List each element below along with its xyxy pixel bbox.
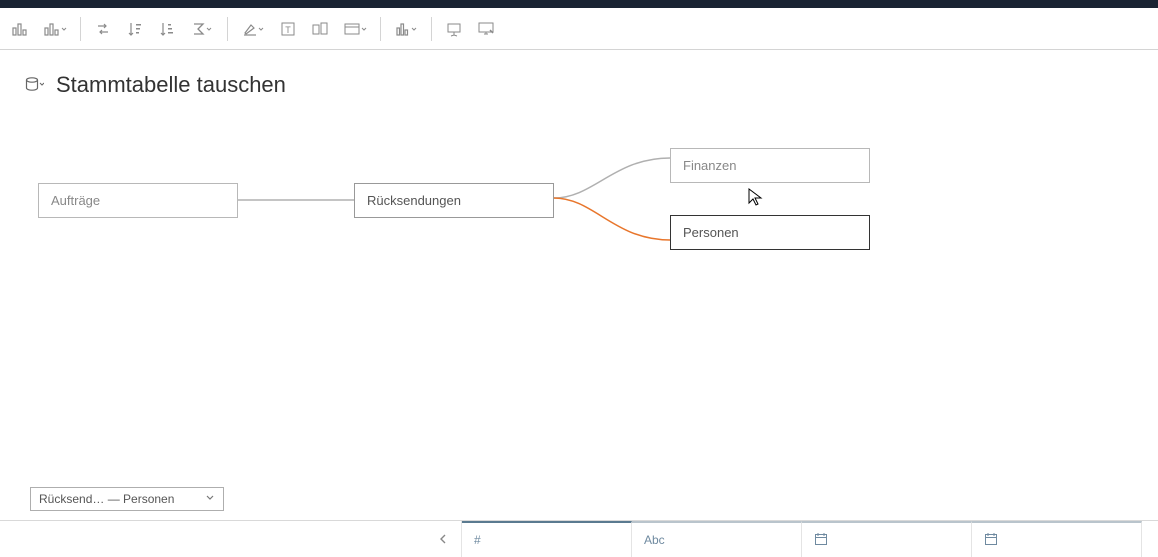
window-titlebar	[0, 0, 1158, 8]
node-returns[interactable]: Rücksendungen	[354, 183, 554, 218]
node-label: Aufträge	[51, 193, 100, 208]
toolbar-swap-icon[interactable]	[89, 15, 117, 43]
calendar-icon	[814, 532, 828, 549]
grid-col-date[interactable]	[802, 521, 972, 557]
toolbar-presentation-icon[interactable]	[440, 15, 468, 43]
toolbar-sort-asc-icon[interactable]	[121, 15, 149, 43]
toolbar-separator	[227, 17, 228, 41]
relation-canvas[interactable]: Aufträge Rücksendungen Finanzen Personen	[0, 98, 1158, 478]
toolbar-group-icon[interactable]	[306, 15, 334, 43]
toolbar-chart-dropdown-icon[interactable]	[38, 15, 72, 43]
node-people[interactable]: Personen	[670, 215, 870, 250]
database-icon[interactable]	[24, 75, 44, 95]
toolbar-sigma-icon[interactable]	[185, 15, 219, 43]
node-label: Rücksendungen	[367, 193, 461, 208]
relation-selector-dropdown[interactable]: Rücksend… — Personen	[30, 487, 224, 511]
relation-selector-label: Rücksend… — Personen	[39, 492, 174, 506]
svg-text:T: T	[285, 25, 291, 35]
toolbar-monitor-icon[interactable]	[472, 15, 500, 43]
toolbar-sort-desc-icon[interactable]	[153, 15, 181, 43]
chevron-left-icon	[439, 533, 447, 545]
toolbar-layout-icon[interactable]	[338, 15, 372, 43]
toolbar-fit-icon[interactable]	[389, 15, 423, 43]
toolbar: T	[0, 8, 1158, 50]
chevron-down-icon	[205, 492, 215, 506]
grid-col-number[interactable]: #	[462, 521, 632, 557]
toolbar-chart-add-icon[interactable]	[6, 15, 34, 43]
grid-col-date[interactable]	[972, 521, 1142, 557]
data-grid-header: # Abc	[0, 520, 1158, 557]
page-title: Stammtabelle tauschen	[56, 72, 286, 98]
toolbar-separator	[431, 17, 432, 41]
text-type-icon: Abc	[644, 533, 665, 547]
toolbar-text-icon[interactable]: T	[274, 15, 302, 43]
number-type-icon: #	[474, 533, 481, 547]
node-label: Personen	[683, 225, 739, 240]
grid-col-text[interactable]: Abc	[632, 521, 802, 557]
toolbar-separator	[380, 17, 381, 41]
grid-row-header[interactable]	[0, 521, 462, 557]
node-finance[interactable]: Finanzen	[670, 148, 870, 183]
content-area: Stammtabelle tauschen Aufträge Rücksendu…	[0, 50, 1158, 478]
calendar-icon	[984, 532, 998, 549]
toolbar-highlight-icon[interactable]	[236, 15, 270, 43]
node-label: Finanzen	[683, 158, 736, 173]
toolbar-separator	[80, 17, 81, 41]
node-orders[interactable]: Aufträge	[38, 183, 238, 218]
